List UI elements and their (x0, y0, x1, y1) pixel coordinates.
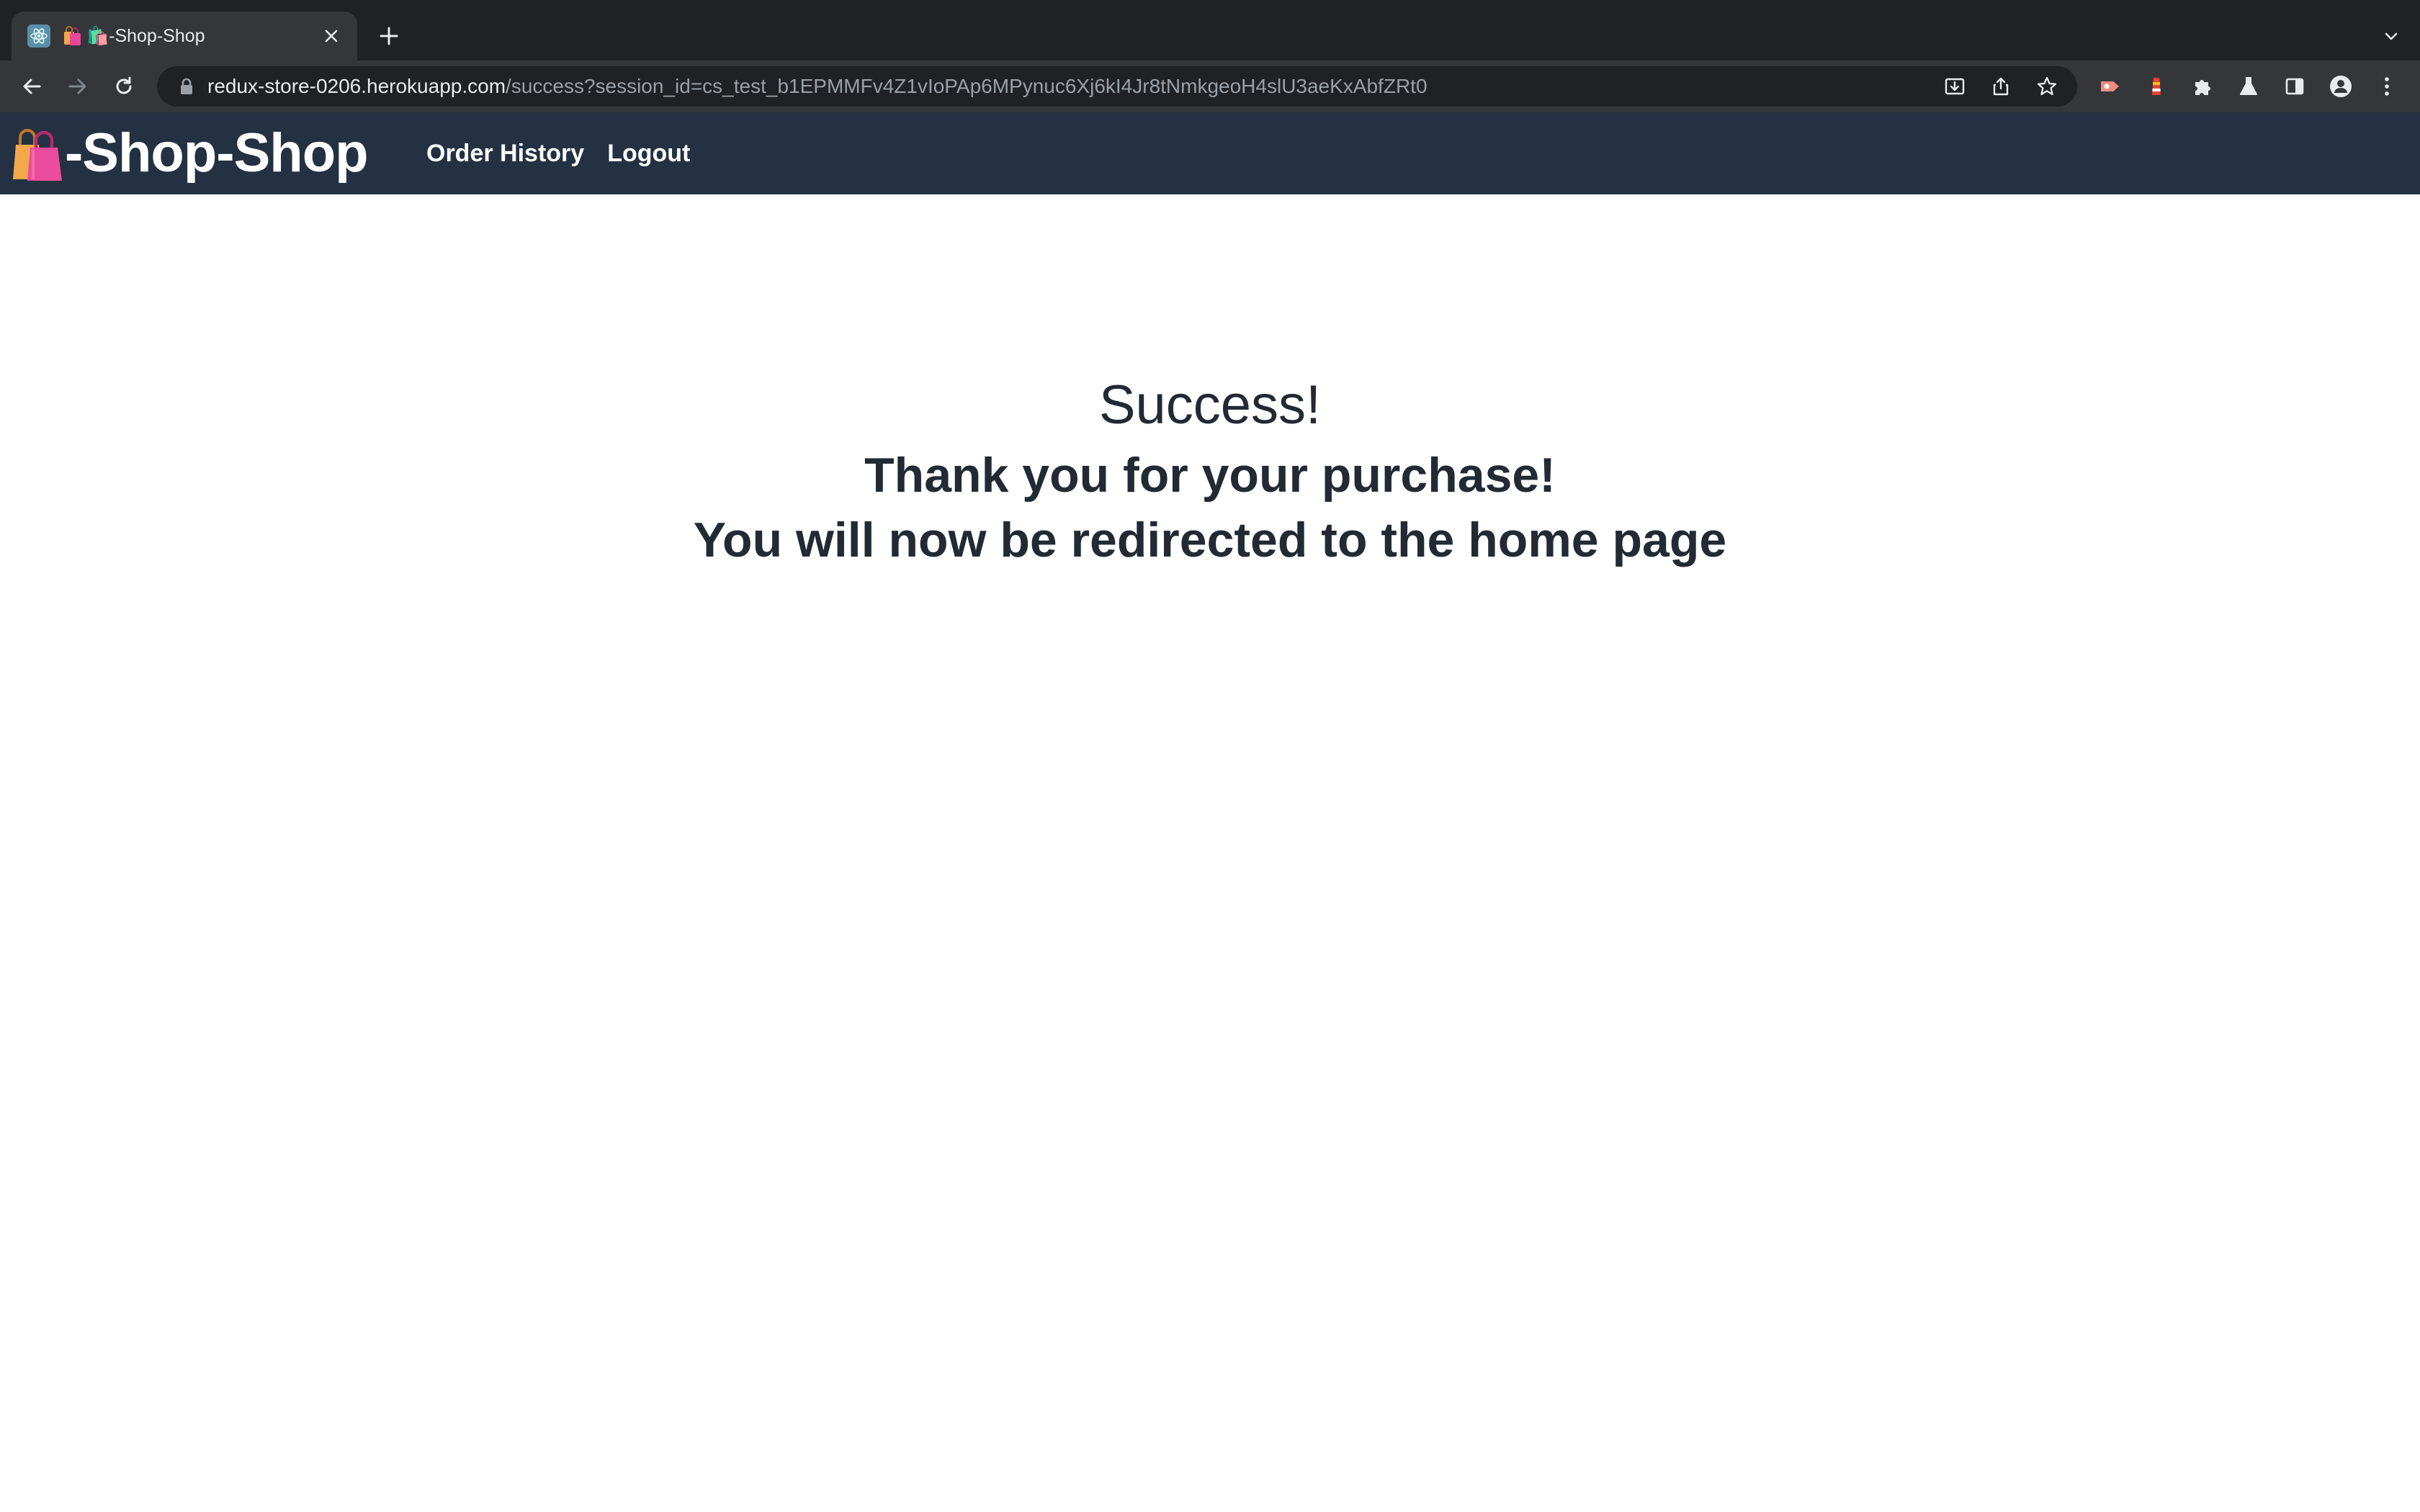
shopping-bags-icon (63, 26, 82, 46)
site-header: -Shop-Shop Order History Logout (0, 112, 2420, 194)
redirect-message: You will now be redirected to the home p… (693, 513, 1727, 567)
browser-tab[interactable]: 🛍️-Shop-Shop (12, 12, 357, 60)
tab-title: 🛍️-Shop-Shop (86, 25, 205, 46)
reload-icon (116, 76, 132, 94)
tab-search-button[interactable] (2375, 20, 2407, 52)
reload-button[interactable] (108, 71, 140, 102)
lock-icon[interactable] (176, 76, 197, 97)
brand-logo[interactable]: -Shop-Shop (10, 122, 369, 184)
forward-button[interactable] (62, 71, 94, 102)
extensions-puzzle-icon[interactable] (2187, 71, 2218, 102)
profile-avatar-icon[interactable] (2325, 71, 2357, 102)
url-text[interactable]: redux-store-0206.herokuapp.com/success?s… (207, 75, 1939, 98)
browser-tabstrip: 🛍️-Shop-Shop (0, 0, 2420, 60)
nav-logout[interactable]: Logout (607, 140, 690, 168)
install-icon[interactable] (1939, 71, 1971, 102)
nav-order-history[interactable]: Order History (426, 140, 584, 168)
success-heading: Success! (1098, 374, 1322, 436)
shopping-bags-icon (10, 125, 65, 182)
extension-video-icon[interactable] (2094, 71, 2126, 102)
back-button[interactable] (16, 71, 48, 102)
thank-you-message: Thank you for your purchase! (864, 448, 1556, 503)
url-path: /success?session_id=cs_test_b1EPMMFv4Z1v… (506, 75, 1428, 97)
site-nav: Order History Logout (426, 112, 713, 194)
side-panel-icon[interactable] (2279, 71, 2311, 102)
arrow-left-icon (23, 78, 41, 94)
url-host: redux-store-0206.herokuapp.com (207, 75, 506, 97)
react-icon (27, 24, 50, 48)
labs-flask-icon[interactable] (2233, 71, 2264, 102)
brand-title: -Shop-Shop (65, 122, 369, 184)
new-tab-button[interactable] (373, 20, 405, 52)
share-icon[interactable] (1985, 71, 2017, 102)
menu-kebab-icon[interactable] (2371, 71, 2403, 102)
bookmark-star-icon[interactable] (2031, 71, 2063, 102)
close-icon[interactable] (317, 22, 346, 50)
plus-icon (380, 27, 398, 45)
extension-lighthouse-icon[interactable] (2141, 71, 2172, 102)
chevron-down-icon (2385, 32, 2398, 40)
address-bar[interactable]: redux-store-0206.herokuapp.com/success?s… (157, 66, 2077, 107)
arrow-right-icon (68, 78, 86, 94)
success-page: Success! Thank you for your purchase! Yo… (0, 194, 2420, 1512)
